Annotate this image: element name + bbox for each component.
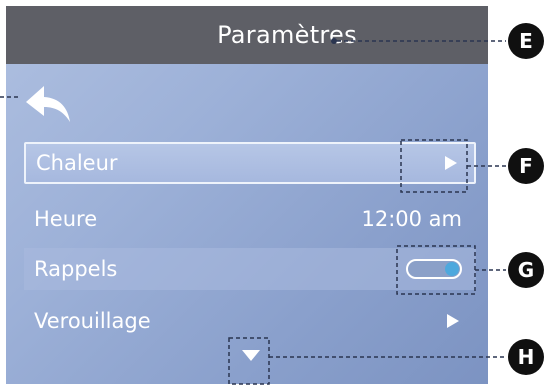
callout-badge-g: G [508,252,544,288]
toggle-knob [445,262,459,276]
menu-item-heure[interactable]: Heure 12:00 am [24,198,476,240]
menu-item-label: Heure [34,206,98,231]
scroll-down-icon[interactable] [240,346,262,364]
menu-item-label: Verouillage [34,308,151,333]
back-arrow-icon[interactable] [22,82,74,126]
menu-item-label: Chaleur [36,150,118,175]
menu-item-label: Rappels [34,256,118,281]
callout-label-h: H [518,345,535,369]
reminders-toggle[interactable] [406,259,462,279]
page-title: Paramètres [217,21,357,49]
callout-label-f: F [519,154,533,178]
callout-badge-e: E [508,23,544,59]
callout-label-e: E [519,29,533,53]
title-bar: Paramètres [6,6,488,64]
callout-badge-h: H [508,339,544,375]
menu-item-verouillage[interactable]: Verouillage [24,300,476,342]
play-arrow-icon [445,156,457,170]
callout-label-g: G [518,258,534,282]
menu-item-rappels[interactable]: Rappels [24,248,476,290]
settings-screen: Paramètres Chaleur Heure 12:00 am Rappel… [6,6,488,384]
time-value: 12:00 am [361,207,462,231]
callout-badge-f: F [508,148,544,184]
menu-item-chaleur[interactable]: Chaleur [24,142,476,184]
play-arrow-icon [447,314,459,328]
